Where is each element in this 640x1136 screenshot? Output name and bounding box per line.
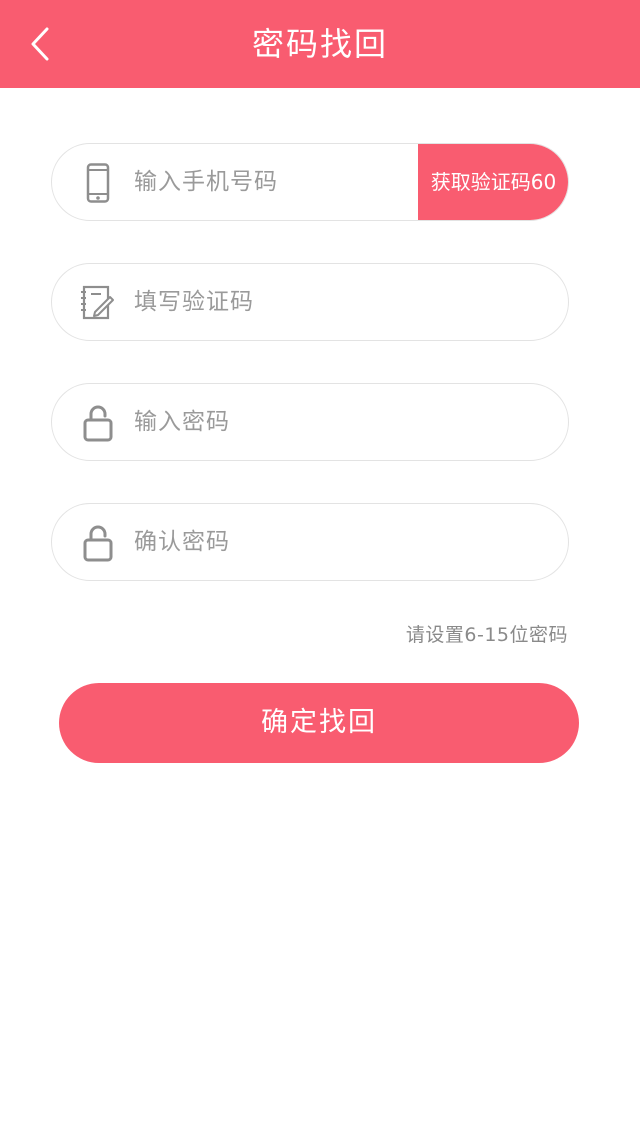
password-input[interactable]	[134, 384, 554, 460]
confirm-recover-button[interactable]: 确定找回	[59, 683, 579, 763]
unlock-icon	[80, 521, 116, 565]
page-title: 密码找回	[251, 25, 388, 63]
phone-icon	[80, 161, 116, 205]
phone-field: 获取验证码60	[51, 143, 569, 221]
verification-code-input[interactable]	[134, 264, 554, 340]
verification-code-field	[51, 263, 569, 341]
phone-input[interactable]	[134, 144, 464, 220]
header-bar: 密码找回	[0, 0, 640, 88]
confirm-password-field	[51, 503, 569, 581]
password-hint: 请设置6-15位密码	[405, 624, 568, 646]
password-field	[51, 383, 569, 461]
get-code-button[interactable]: 获取验证码60	[418, 144, 568, 220]
unlock-icon	[80, 401, 116, 445]
edit-note-icon	[80, 281, 116, 325]
confirm-password-input[interactable]	[134, 504, 554, 580]
